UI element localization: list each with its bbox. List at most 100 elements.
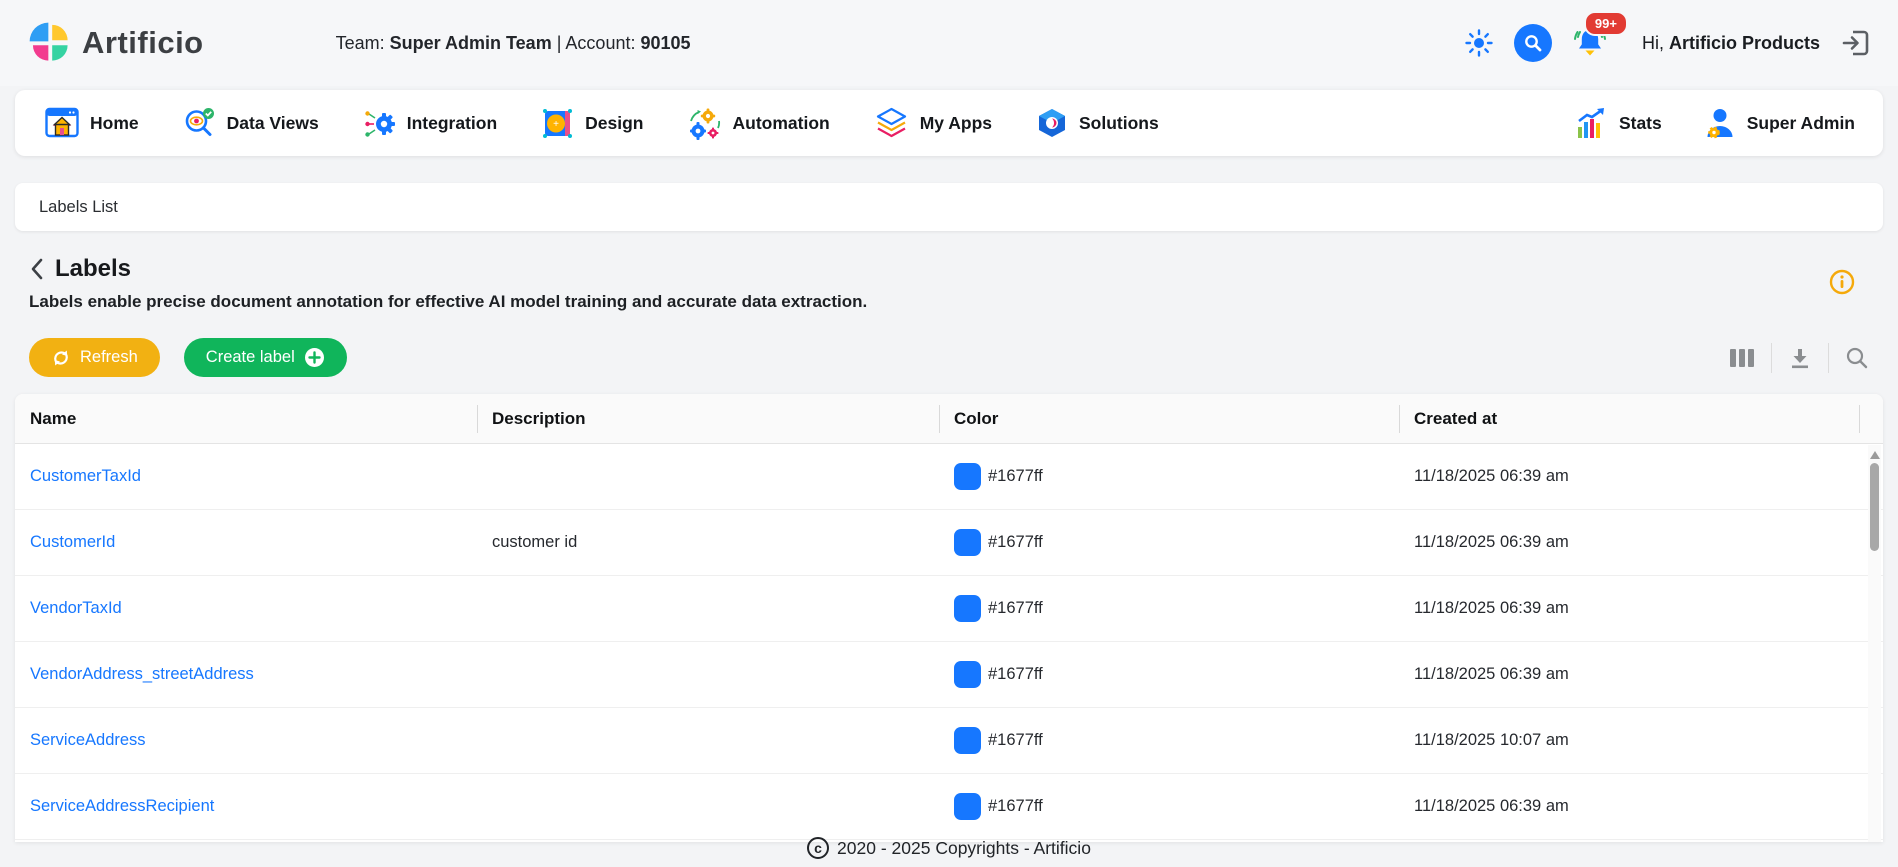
download-icon xyxy=(1788,346,1812,370)
nav-item-automation[interactable]: Automation xyxy=(688,107,830,140)
refresh-button-label: Refresh xyxy=(80,348,138,367)
nav-label: Design xyxy=(585,113,643,134)
label-name-link[interactable]: CustomerId xyxy=(30,533,115,552)
nav-item-my-apps[interactable]: My Apps xyxy=(874,107,992,140)
header-search-button[interactable] xyxy=(1514,24,1552,62)
table-toolbar: Refresh Create label xyxy=(29,338,1869,377)
nav-label: Solutions xyxy=(1079,113,1159,134)
scrollbar-up-arrow-icon[interactable] xyxy=(1870,451,1880,459)
nav-item-design[interactable]: + Design xyxy=(541,107,643,140)
color-swatch xyxy=(954,595,981,622)
nav-item-data-views[interactable]: Data Views xyxy=(183,107,319,140)
copyright-text: 2020 - 2025 Copyrights - Artificio xyxy=(837,838,1091,859)
color-value: #1677ff xyxy=(988,599,1043,618)
color-swatch xyxy=(954,727,981,754)
chevron-left-icon xyxy=(29,257,45,281)
created-at-value: 11/18/2025 06:39 am xyxy=(1399,797,1859,816)
refresh-button[interactable]: Refresh xyxy=(29,338,160,377)
color-swatch xyxy=(954,529,981,556)
refresh-icon xyxy=(51,348,71,368)
scrollbar-thumb[interactable] xyxy=(1870,463,1879,551)
color-value: #1677ff xyxy=(988,797,1043,816)
breadcrumb: Labels List xyxy=(15,183,1883,231)
logout-button[interactable] xyxy=(1840,27,1872,59)
color-swatch xyxy=(954,793,981,820)
nav-item-solutions[interactable]: Solutions xyxy=(1036,107,1159,139)
color-value: #1677ff xyxy=(988,533,1043,552)
team-name: Super Admin Team xyxy=(390,33,552,53)
page-head: Labels Labels enable precise document an… xyxy=(29,255,1869,312)
back-button[interactable] xyxy=(29,257,45,281)
color-value: #1677ff xyxy=(988,665,1043,684)
integration-icon xyxy=(363,107,396,140)
created-at-value: 11/18/2025 06:39 am xyxy=(1399,665,1859,684)
label-name-link[interactable]: VendorTaxId xyxy=(30,599,122,618)
label-description: customer id xyxy=(477,533,939,552)
column-header-color[interactable]: Color xyxy=(939,394,1399,443)
column-header-created-at[interactable]: Created at xyxy=(1399,394,1859,443)
created-at-value: 11/18/2025 10:07 am xyxy=(1399,731,1859,750)
nav-label: Integration xyxy=(407,113,497,134)
nav-item-integration[interactable]: Integration xyxy=(363,107,497,140)
account-number: 90105 xyxy=(640,33,690,53)
nav-item-home[interactable]: Home xyxy=(45,107,139,139)
table-search-button[interactable] xyxy=(1845,346,1869,370)
table-row[interactable]: CustomerId customer id #1677ff 11/18/202… xyxy=(15,510,1883,576)
color-swatch xyxy=(954,463,981,490)
design-icon: + xyxy=(541,107,574,140)
nav-item-super-admin[interactable]: Super Admin xyxy=(1704,107,1855,139)
home-icon xyxy=(45,107,79,139)
page-footer: c 2020 - 2025 Copyrights - Artificio xyxy=(0,832,1898,864)
label-name-link[interactable]: VendorAddress_streetAddress xyxy=(30,665,254,684)
nav-label: Automation xyxy=(733,113,830,134)
copyright-icon: c xyxy=(807,837,829,859)
nav-label: Super Admin xyxy=(1747,113,1855,134)
color-swatch xyxy=(954,661,981,688)
label-name-link[interactable]: ServiceAddressRecipient xyxy=(30,797,214,816)
theme-toggle-button[interactable] xyxy=(1464,28,1494,58)
nav-label: My Apps xyxy=(920,113,992,134)
created-at-value: 11/18/2025 06:39 am xyxy=(1399,467,1859,486)
nav-item-stats[interactable]: Stats xyxy=(1575,107,1662,140)
table-header-row: Name Description Color Created at xyxy=(15,394,1883,444)
artificio-logo-icon xyxy=(28,21,72,65)
notifications-button[interactable]: 99+ xyxy=(1572,25,1608,61)
download-button[interactable] xyxy=(1788,346,1812,370)
created-at-value: 11/18/2025 06:39 am xyxy=(1399,599,1859,618)
svg-text:+: + xyxy=(553,119,559,130)
table-scrollbar[interactable] xyxy=(1868,445,1881,842)
nav-label: Data Views xyxy=(227,113,319,134)
team-account-info: Team: Super Admin Team | Account: 90105 xyxy=(336,33,691,54)
info-icon xyxy=(1829,269,1855,295)
table-row[interactable]: ServiceAddressRecipient #1677ff 11/18/20… xyxy=(15,774,1883,840)
logout-icon xyxy=(1840,27,1872,59)
notification-count-badge: 99+ xyxy=(1584,11,1628,36)
user-name: Artificio Products xyxy=(1669,33,1820,53)
toolbar-divider xyxy=(1828,343,1829,373)
color-value: #1677ff xyxy=(988,731,1043,750)
stats-icon xyxy=(1575,107,1608,140)
automation-icon xyxy=(688,107,722,140)
search-icon xyxy=(1514,24,1552,62)
brand-logo[interactable]: Artificio xyxy=(28,21,204,65)
top-header: Artificio Team: Super Admin Team | Accou… xyxy=(0,0,1898,86)
plus-circle-icon xyxy=(304,347,325,368)
label-name-link[interactable]: ServiceAddress xyxy=(30,731,146,750)
columns-icon xyxy=(1729,346,1755,370)
nav-label: Home xyxy=(90,113,139,134)
my-apps-icon xyxy=(874,107,909,140)
column-header-description[interactable]: Description xyxy=(477,394,939,443)
create-label-button-label: Create label xyxy=(206,348,295,367)
table-row[interactable]: VendorTaxId #1677ff 11/18/2025 06:39 am xyxy=(15,576,1883,642)
main-navbar: Home Data Views xyxy=(15,90,1883,156)
column-header-name[interactable]: Name xyxy=(15,394,477,443)
create-label-button[interactable]: Create label xyxy=(184,338,347,377)
table-row[interactable]: VendorAddress_streetAddress #1677ff 11/1… xyxy=(15,642,1883,708)
info-button[interactable] xyxy=(1829,269,1855,295)
solutions-icon xyxy=(1036,107,1068,139)
column-settings-button[interactable] xyxy=(1729,346,1755,370)
label-name-link[interactable]: CustomerTaxId xyxy=(30,467,141,486)
table-row[interactable]: ServiceAddress #1677ff 11/18/2025 10:07 … xyxy=(15,708,1883,774)
table-row[interactable]: CustomerTaxId #1677ff 11/18/2025 06:39 a… xyxy=(15,444,1883,510)
user-greeting: Hi, Artificio Products xyxy=(1642,33,1820,54)
